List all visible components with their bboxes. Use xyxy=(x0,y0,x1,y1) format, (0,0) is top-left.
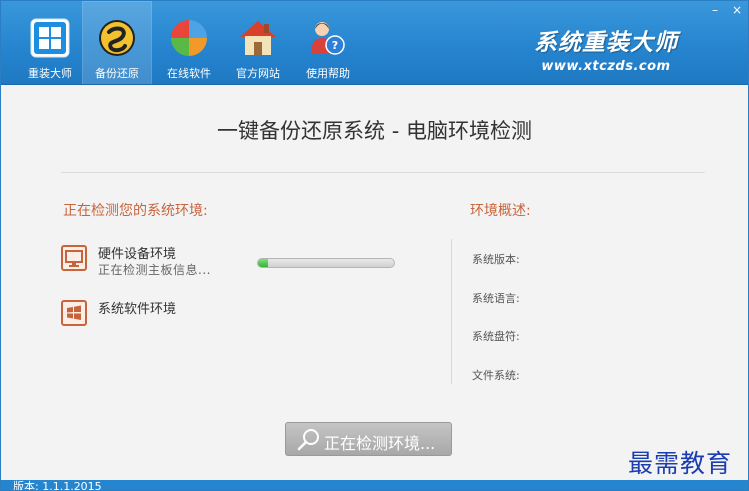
summary-os-version-label: 系统版本: xyxy=(472,253,520,266)
version-text: 版本: 1.1.1.2015 xyxy=(13,480,102,491)
detect-environment-button[interactable]: 正在检测环境... xyxy=(285,422,452,456)
header-bar: 重装大师 备份还原 在线软件 官方网站 ? 使用帮助 – × 系统重装大师 ww… xyxy=(1,1,748,85)
backup-disc-icon xyxy=(99,20,135,56)
windows-logo-icon xyxy=(30,18,70,58)
home-icon xyxy=(240,21,276,55)
summary-os-language-label: 系统语言: xyxy=(472,292,520,305)
nav-label: 在线软件 xyxy=(167,67,211,80)
watermark-text: 最需教育 xyxy=(628,449,733,478)
windows-flag-icon xyxy=(61,300,87,326)
pie-chart-icon xyxy=(171,20,207,56)
nav-item-official-site[interactable]: 官方网站 xyxy=(223,1,293,85)
check-item-title: 硬件设备环境 xyxy=(98,247,177,262)
progress-fill xyxy=(258,259,268,267)
check-item-status: 正在检测主板信息... xyxy=(98,263,211,277)
divider xyxy=(61,172,705,173)
app-window: 重装大师 备份还原 在线软件 官方网站 ? 使用帮助 – × 系统重装大师 ww… xyxy=(0,0,749,491)
help-users-icon: ? xyxy=(311,22,345,55)
nav-item-backup-restore[interactable]: 备份还原 xyxy=(82,1,152,85)
nav-item-online-software[interactable]: 在线软件 xyxy=(154,1,224,85)
check-item-title: 系统软件环境 xyxy=(98,302,177,317)
summary-file-system-label: 文件系统: xyxy=(472,369,520,382)
detection-heading: 正在检测您的系统环境: xyxy=(63,203,208,219)
summary-system-drive-label: 系统盘符: xyxy=(472,330,520,343)
progress-bar xyxy=(257,258,395,268)
window-controls: – × xyxy=(704,1,748,23)
nav-item-help[interactable]: ? 使用帮助 xyxy=(293,1,363,85)
close-button[interactable]: × xyxy=(726,1,748,19)
brand-url: www.xtczds.com xyxy=(541,59,671,74)
nav-label: 使用帮助 xyxy=(306,67,350,80)
minimize-button[interactable]: – xyxy=(704,1,726,19)
nav-label: 官方网站 xyxy=(236,67,280,80)
nav-label: 备份还原 xyxy=(95,67,139,80)
detect-button-label: 正在检测环境... xyxy=(324,434,436,453)
page-title: 一键备份还原系统 - 电脑环境检测 xyxy=(217,119,532,143)
monitor-icon xyxy=(61,245,87,271)
nav-item-reinstall[interactable]: 重装大师 xyxy=(15,1,85,85)
vertical-divider xyxy=(451,239,452,384)
svg-text:?: ? xyxy=(332,39,338,52)
brand-logo: 系统重装大师 www.xtczds.com xyxy=(534,23,678,74)
magnifier-icon xyxy=(297,429,319,451)
summary-heading: 环境概述: xyxy=(470,203,531,219)
status-bar: 版本: 1.1.1.2015 xyxy=(1,480,748,491)
brand-title: 系统重装大师 xyxy=(534,30,678,56)
nav-label: 重装大师 xyxy=(28,67,72,80)
